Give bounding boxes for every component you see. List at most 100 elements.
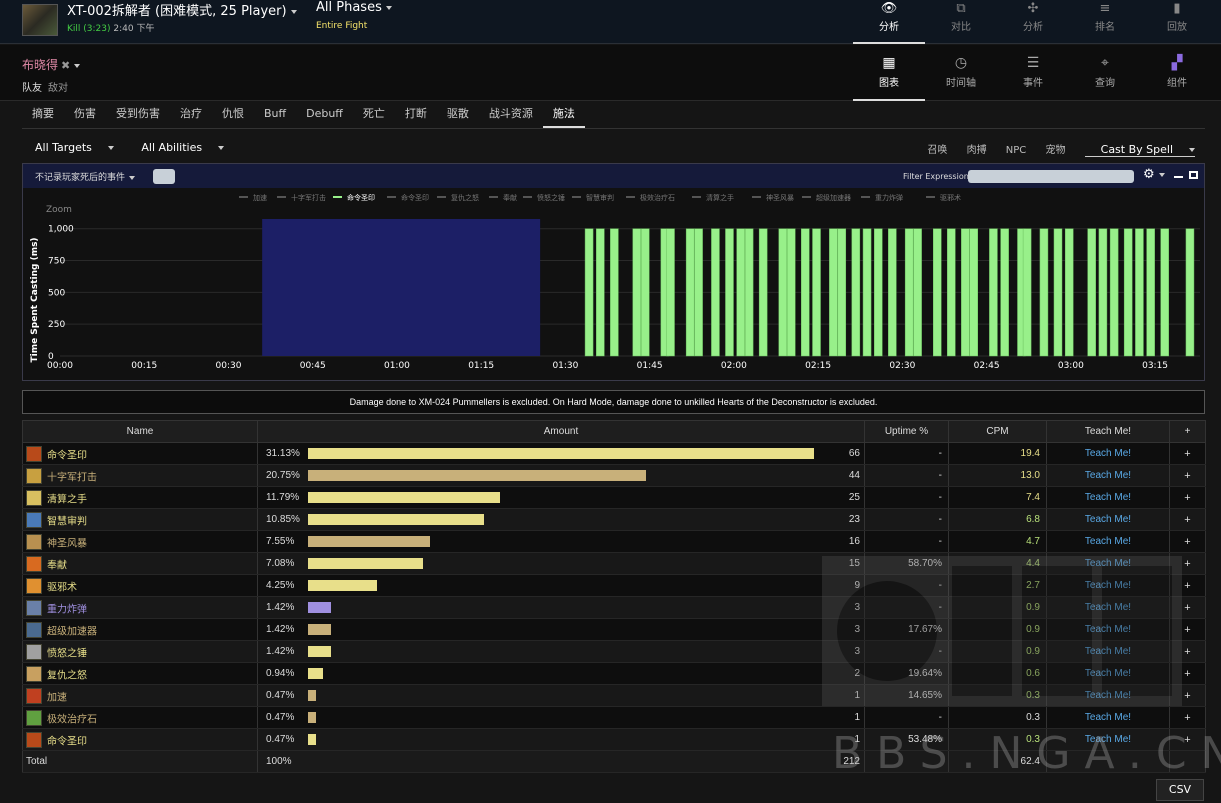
teach-me-link[interactable]: Teach Me! xyxy=(1046,640,1170,663)
teach-me-link[interactable]: Teach Me! xyxy=(1046,684,1170,707)
expand-row-button[interactable]: + xyxy=(1169,640,1206,663)
melee-filter[interactable]: 肉搏 xyxy=(967,145,987,156)
minimize-icon[interactable] xyxy=(1174,176,1183,178)
table-row[interactable]: 命令圣印 31.13% 66-19.4 Teach Me! + xyxy=(22,442,1206,465)
csv-export-button[interactable]: CSV xyxy=(1156,779,1204,801)
uptime-header[interactable]: Uptime % xyxy=(864,420,949,443)
spell-name-cell[interactable]: 加速 xyxy=(22,684,258,707)
pet-filter[interactable]: 宠物 xyxy=(1045,145,1065,156)
exclude-after-death-toggle[interactable] xyxy=(153,169,175,184)
teach-me-link[interactable]: Teach Me! xyxy=(1046,706,1170,729)
tab-0[interactable]: 摘要 xyxy=(22,104,64,128)
table-row[interactable]: 愤怒之锤 1.42% 3-0.9 Teach Me! + xyxy=(22,640,1206,663)
teach-me-link[interactable]: Teach Me! xyxy=(1046,574,1170,597)
tab-5[interactable]: Buff xyxy=(254,104,296,128)
spell-name-cell[interactable]: 命令圣印 xyxy=(22,728,258,751)
expand-row-button[interactable]: + xyxy=(1169,552,1206,575)
name-header[interactable]: Name xyxy=(22,420,258,443)
expand-row-button[interactable]: + xyxy=(1169,442,1206,465)
expand-row-button[interactable]: + xyxy=(1169,684,1206,707)
encounter-selector[interactable]: XT-002拆解者 (困难模式, 25 Player) xyxy=(67,0,297,19)
expand-row-button[interactable]: + xyxy=(1169,464,1206,487)
teach-me-link[interactable]: Teach Me! xyxy=(1046,442,1170,465)
exclude-after-death-label[interactable]: 不记录玩家死后的事件 xyxy=(35,170,136,183)
view-nav-4[interactable]: ▞ 组件 xyxy=(1141,45,1213,101)
cast-by-selector[interactable]: Cast By Spell xyxy=(1084,143,1195,157)
expand-row-button[interactable]: + xyxy=(1169,706,1206,729)
table-row[interactable]: 命令圣印 0.47% 1 53.48% 0.3 Teach Me! + xyxy=(22,728,1206,751)
table-row[interactable]: 清算之手 11.79% 25-7.4 Teach Me! + xyxy=(22,486,1206,509)
tab-3[interactable]: 治疗 xyxy=(170,104,212,128)
spell-name-cell[interactable]: 愤怒之锤 xyxy=(22,640,258,663)
spell-name-cell[interactable]: 复仇之怒 xyxy=(22,662,258,685)
tab-7[interactable]: 死亡 xyxy=(353,104,395,128)
expand-row-button[interactable]: + xyxy=(1169,662,1206,685)
spell-name-cell[interactable]: 驱邪术 xyxy=(22,574,258,597)
table-row[interactable]: 驱邪术 4.25% 9-2.7 Teach Me! + xyxy=(22,574,1206,597)
expand-header[interactable]: + xyxy=(1169,420,1206,443)
table-row[interactable]: 复仇之怒 0.94% 2 19.64% 0.6 Teach Me! + xyxy=(22,662,1206,685)
top-nav-1[interactable]: ⧉ 对比 xyxy=(925,0,997,44)
tab-11[interactable]: 施法 xyxy=(542,104,585,128)
gear-icon[interactable]: ⚙ xyxy=(1143,167,1165,182)
expand-row-button[interactable]: + xyxy=(1169,618,1206,641)
spell-name-cell[interactable]: 命令圣印 xyxy=(22,442,258,465)
spell-name-cell[interactable]: 极效治疗石 xyxy=(22,706,258,729)
view-nav-0[interactable]: ▦ 图表 xyxy=(853,45,925,101)
amount-header[interactable]: Amount xyxy=(257,420,865,443)
targets-filter[interactable]: All Targets xyxy=(35,141,126,154)
friendly-toggle[interactable]: 队友 xyxy=(22,83,42,94)
expand-row-button[interactable]: + xyxy=(1169,508,1206,531)
spell-name-cell[interactable]: 神圣风暴 xyxy=(22,530,258,553)
teach-me-link[interactable]: Teach Me! xyxy=(1046,728,1170,751)
tab-8[interactable]: 打断 xyxy=(395,104,437,128)
teach-header[interactable]: Teach Me! xyxy=(1046,420,1170,443)
expand-row-button[interactable]: + xyxy=(1169,728,1206,751)
view-nav-2[interactable]: ☰ 事件 xyxy=(997,45,1069,101)
table-row[interactable]: 神圣风暴 7.55% 16-4.7 Teach Me! + xyxy=(22,530,1206,553)
teach-me-link[interactable]: Teach Me! xyxy=(1046,530,1170,553)
tab-10[interactable]: 战斗资源 xyxy=(479,104,543,128)
teach-me-link[interactable]: Teach Me! xyxy=(1046,596,1170,619)
view-nav-1[interactable]: ◷ 时间轴 xyxy=(925,45,997,101)
spell-name-cell[interactable]: 清算之手 xyxy=(22,486,258,509)
table-row[interactable]: 超级加速器 1.42% 3 17.67% 0.9 Teach Me! + xyxy=(22,618,1206,641)
table-row[interactable]: 十字军打击 20.75% 44-13.0 Teach Me! + xyxy=(22,464,1206,487)
player-selector[interactable]: 布晓得 ✖ xyxy=(22,56,81,73)
expand-row-button[interactable]: + xyxy=(1169,574,1206,597)
tab-9[interactable]: 驱散 xyxy=(437,104,479,128)
tab-6[interactable]: Debuff xyxy=(296,104,353,128)
npc-filter[interactable]: NPC xyxy=(1006,145,1027,156)
expand-row-button[interactable]: + xyxy=(1169,596,1206,619)
expand-row-button[interactable]: + xyxy=(1169,486,1206,509)
summon-filter[interactable]: 召唤 xyxy=(927,145,947,156)
cpm-header[interactable]: CPM xyxy=(948,420,1047,443)
teach-me-link[interactable]: Teach Me! xyxy=(1046,486,1170,509)
abilities-filter[interactable]: All Abilities xyxy=(141,141,236,154)
cast-time-chart[interactable]: 加速 十字军打击 命令圣印 命令圣印 复仇之怒 奉献 愤怒之锤 智慧审判 极效治疗石 清算之手 神圣… xyxy=(23,188,1204,380)
expand-row-button[interactable]: + xyxy=(1169,530,1206,553)
table-row[interactable]: 智慧审判 10.85% 23-6.8 Teach Me! + xyxy=(22,508,1206,531)
close-icon[interactable]: ✖ xyxy=(61,59,70,72)
spell-name-cell[interactable]: 重力炸弹 xyxy=(22,596,258,619)
maximize-icon[interactable] xyxy=(1189,171,1198,179)
top-nav-4[interactable]: ▮ 回放 xyxy=(1141,0,1213,44)
tab-1[interactable]: 伤害 xyxy=(64,104,106,128)
spell-name-cell[interactable]: 奉献 xyxy=(22,552,258,575)
tab-4[interactable]: 仇恨 xyxy=(212,104,254,128)
teach-me-link[interactable]: Teach Me! xyxy=(1046,464,1170,487)
top-nav-0[interactable]: 👁 分析 xyxy=(853,0,925,44)
enemy-toggle[interactable]: 敌对 xyxy=(48,83,68,94)
table-row[interactable]: 奉献 7.08% 15 58.70% 4.4 Teach Me! + xyxy=(22,552,1206,575)
teach-me-link[interactable]: Teach Me! xyxy=(1046,508,1170,531)
phase-selector[interactable]: All Phases xyxy=(316,0,392,15)
table-row[interactable]: 加速 0.47% 1 14.65% 0.3 Teach Me! + xyxy=(22,684,1206,707)
top-nav-3[interactable]: ≡ 排名 xyxy=(1069,0,1141,44)
teach-me-link[interactable]: Teach Me! xyxy=(1046,618,1170,641)
spell-name-cell[interactable]: 智慧审判 xyxy=(22,508,258,531)
spell-name-cell[interactable]: 十字军打击 xyxy=(22,464,258,487)
teach-me-link[interactable]: Teach Me! xyxy=(1046,662,1170,685)
table-row[interactable]: 重力炸弹 1.42% 3-0.9 Teach Me! + xyxy=(22,596,1206,619)
view-nav-3[interactable]: ⌖ 查询 xyxy=(1069,45,1141,101)
spell-name-cell[interactable]: 超级加速器 xyxy=(22,618,258,641)
